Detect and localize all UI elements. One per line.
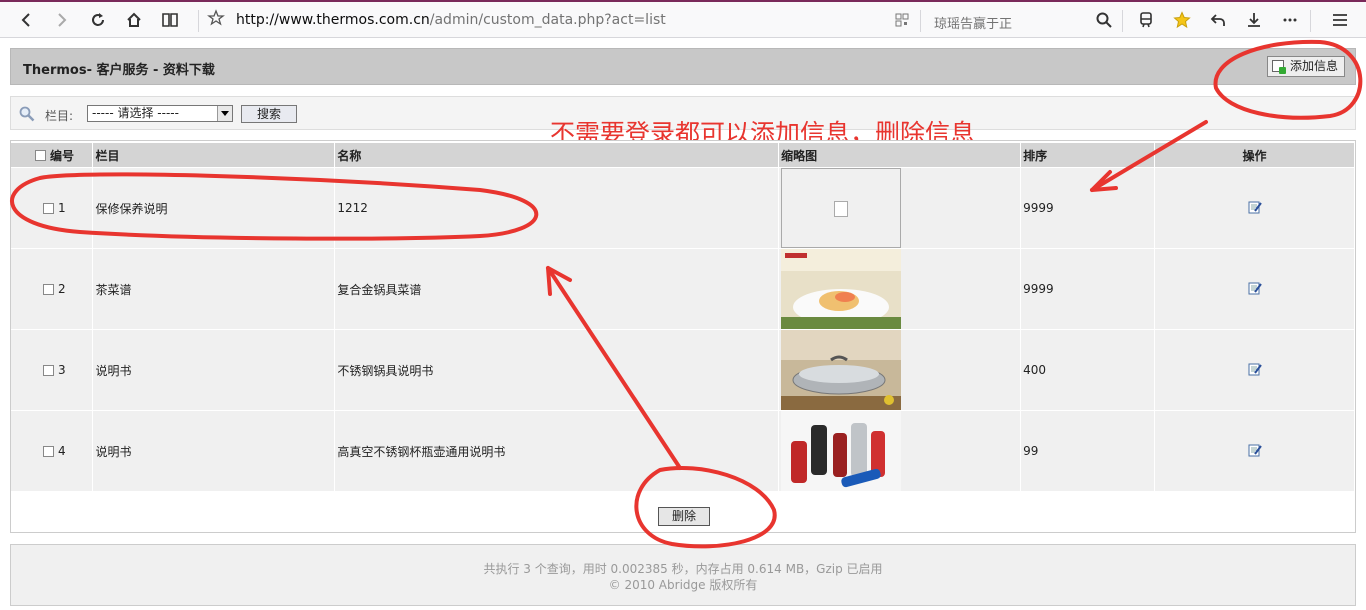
- separator: [1310, 10, 1311, 32]
- row-id: 2: [58, 282, 66, 296]
- row-id-cell: 1: [11, 167, 94, 249]
- row-id-cell: 3: [11, 329, 94, 411]
- row-category: 茶菜谱: [92, 248, 336, 330]
- row-id: 4: [58, 444, 66, 458]
- row-checkbox[interactable]: [43, 284, 54, 295]
- row-thumbnail-cell: [778, 167, 1022, 249]
- header-id: 编号: [11, 143, 94, 168]
- row-id: 1: [58, 201, 66, 215]
- edit-icon[interactable]: [1248, 443, 1262, 457]
- more-icon[interactable]: [1278, 8, 1302, 32]
- category-select-value: ----- 请选择 -----: [92, 106, 179, 120]
- page-header: Thermos- 客户服务 - 资料下载 添加信息: [10, 48, 1356, 85]
- table-row: 2 茶菜谱 复合金锅具菜谱 9999: [11, 248, 1355, 330]
- row-actions: [1154, 410, 1355, 491]
- search-box-text[interactable]: 琼瑶告赢于正: [934, 13, 1012, 32]
- search-magnifier-icon: [19, 106, 35, 122]
- separator: [198, 10, 199, 32]
- download-icon[interactable]: [1242, 8, 1266, 32]
- table-row: 3 说明书 不锈钢锅具说明书 400: [11, 329, 1355, 411]
- search-button[interactable]: 搜索: [241, 105, 297, 123]
- category-label: 栏目:: [45, 109, 74, 123]
- separator: [1122, 10, 1123, 32]
- add-icon: [1271, 60, 1286, 74]
- row-id-cell: 4: [11, 410, 94, 491]
- select-all-checkbox[interactable]: [35, 150, 46, 161]
- header-actions: 操作: [1154, 143, 1355, 168]
- row-thumbnail-cell: [778, 410, 1022, 491]
- row-checkbox[interactable]: [43, 365, 54, 376]
- row-thumbnail-cell: [778, 248, 1022, 330]
- dropdown-arrow-icon: [217, 106, 232, 121]
- url-path: /admin/custom_data.php?act=list: [429, 12, 666, 28]
- row-name: 复合金锅具菜谱: [334, 248, 780, 330]
- row-sort: 9999: [1020, 248, 1156, 330]
- row-name: 1212: [334, 167, 780, 249]
- add-info-label: 添加信息: [1289, 59, 1338, 73]
- edit-icon[interactable]: [1248, 281, 1262, 295]
- favorites-star-icon[interactable]: [1170, 8, 1194, 32]
- data-table-panel: 编号 栏目 名称 缩略图 排序 操作 1 保修保养说明 1212 9999 2 …: [10, 140, 1356, 533]
- row-checkbox[interactable]: [43, 446, 54, 457]
- reader-view-icon[interactable]: [158, 8, 182, 32]
- row-name: 不锈钢锅具说明书: [334, 329, 780, 411]
- header-name: 名称: [334, 143, 780, 168]
- recipe-thumbnail: [781, 249, 902, 329]
- broken-image-icon: [781, 168, 902, 248]
- row-sort: 9999: [1020, 167, 1156, 249]
- header-category: 栏目: [92, 143, 336, 168]
- table-header-row: 编号 栏目 名称 缩略图 排序 操作: [11, 143, 1355, 168]
- qr-code-icon[interactable]: [890, 8, 914, 32]
- row-actions: [1154, 329, 1355, 411]
- browser-toolbar: http://www.thermos.com.cn/admin/custom_d…: [0, 0, 1366, 38]
- row-id-cell: 2: [11, 248, 94, 330]
- table-row: 4 说明书 高真空不锈钢杯瓶壶通用说明书 99: [11, 410, 1355, 491]
- row-actions: [1154, 248, 1355, 330]
- page-title: Thermos- 客户服务 - 资料下载: [23, 63, 215, 78]
- menu-icon[interactable]: [1328, 8, 1352, 32]
- footer-stats: 共执行 3 个查询，用时 0.002385 秒，内存占用 0.614 MB，Gz…: [483, 562, 883, 576]
- wok-thumbnail: [781, 330, 902, 410]
- category-select[interactable]: ----- 请选择 -----: [87, 105, 233, 122]
- bottles-thumbnail: [781, 411, 902, 491]
- url-text: http://www.thermos.com.cn/admin/custom_d…: [236, 12, 666, 28]
- back-icon[interactable]: [14, 8, 38, 32]
- separator: [920, 10, 921, 32]
- footer-copyright: © 2010 Abridge 版权所有: [608, 578, 758, 592]
- row-thumbnail-cell: [778, 329, 1022, 411]
- data-table: 编号 栏目 名称 缩略图 排序 操作 1 保修保养说明 1212 9999 2 …: [11, 143, 1355, 491]
- row-sort: 99: [1020, 410, 1156, 491]
- bookmark-star-icon[interactable]: [204, 6, 228, 30]
- url-host: http://www.thermos.com.cn: [236, 12, 430, 28]
- edit-icon[interactable]: [1248, 200, 1262, 214]
- row-name: 高真空不锈钢杯瓶壶通用说明书: [334, 410, 780, 491]
- header-thumbnail: 缩略图: [778, 143, 1022, 168]
- row-category: 说明书: [92, 410, 336, 491]
- undo-icon[interactable]: [1206, 8, 1230, 32]
- forward-icon[interactable]: [50, 8, 74, 32]
- header-sort: 排序: [1020, 143, 1156, 168]
- row-actions: [1154, 167, 1355, 249]
- add-info-button[interactable]: 添加信息: [1266, 56, 1345, 77]
- row-category: 说明书: [92, 329, 336, 411]
- home-icon[interactable]: [122, 8, 146, 32]
- row-id: 3: [58, 363, 66, 377]
- row-checkbox[interactable]: [43, 203, 54, 214]
- edit-icon[interactable]: [1248, 362, 1262, 376]
- table-row: 1 保修保养说明 1212 9999: [11, 167, 1355, 249]
- delete-button[interactable]: 删除: [658, 507, 710, 526]
- search-icon[interactable]: [1092, 8, 1116, 32]
- row-category: 保修保养说明: [92, 167, 336, 249]
- page-footer: 共执行 3 个查询，用时 0.002385 秒，内存占用 0.614 MB，Gz…: [10, 544, 1356, 606]
- train-icon[interactable]: [1134, 8, 1158, 32]
- reload-icon[interactable]: [86, 8, 110, 32]
- row-sort: 400: [1020, 329, 1156, 411]
